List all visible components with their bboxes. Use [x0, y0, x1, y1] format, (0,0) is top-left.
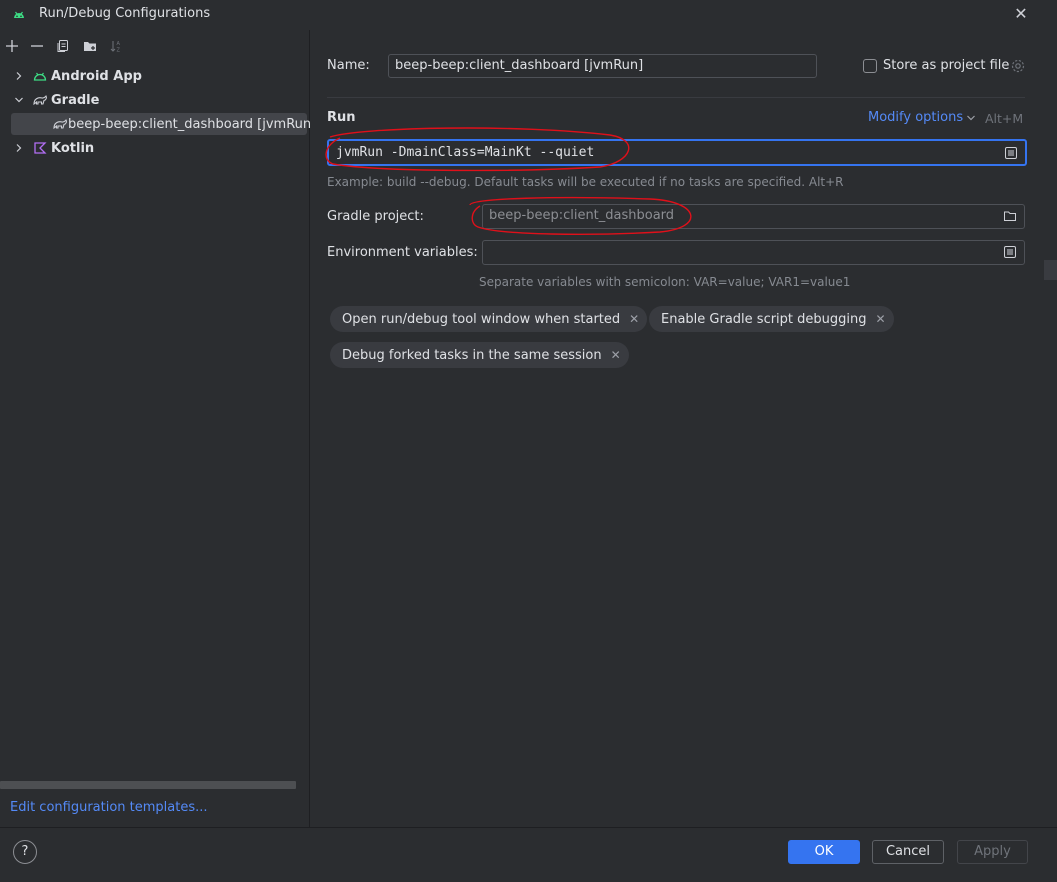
section-divider [327, 97, 1025, 98]
chevron-right-icon[interactable] [12, 69, 26, 83]
tree-item-gradle[interactable]: Gradle [0, 89, 306, 111]
gradle-project-label: Gradle project: [327, 209, 424, 224]
window-title: Run/Debug Configurations [39, 6, 211, 21]
tree-item-kotlin[interactable]: Kotlin [0, 137, 306, 159]
env-vars-field[interactable] [482, 240, 1025, 265]
tree-item-label: Gradle [51, 92, 100, 108]
configuration-form: Name: beep-beep:client_dashboard [jvmRun… [310, 30, 1057, 827]
folder-icon[interactable] [1003, 209, 1017, 223]
chevron-down-icon[interactable] [12, 93, 26, 107]
android-studio-icon [12, 8, 26, 22]
sort-icon[interactable]: AZ [106, 36, 126, 56]
copy-icon[interactable] [53, 36, 73, 56]
tree-item-client-dashboard[interactable]: beep-beep:client_dashboard [jvmRun] [11, 113, 316, 135]
store-as-project-checkbox[interactable] [863, 59, 877, 73]
gradle-icon [32, 92, 48, 108]
name-value: beep-beep:client_dashboard [jvmRun] [395, 58, 644, 73]
modify-options-link[interactable]: Modify options [868, 110, 963, 125]
env-vars-label: Environment variables: [327, 245, 478, 260]
android-icon [32, 68, 48, 84]
gradle-project-field[interactable]: beep-beep:client_dashboard [482, 204, 1025, 229]
add-icon[interactable] [2, 36, 22, 56]
kotlin-icon [32, 140, 48, 156]
new-folder-icon[interactable] [80, 36, 100, 56]
name-label: Name: [327, 58, 370, 73]
run-tasks-value: jvmRun -DmainClass=MainKt --quiet [336, 145, 595, 160]
gear-icon[interactable] [1010, 58, 1026, 74]
cancel-button[interactable]: Cancel [872, 840, 944, 864]
title-bar: Run/Debug Configurations ✕ [0, 0, 1057, 30]
configurations-sidebar: AZ Android App Gradle beep-beep:client_d… [0, 30, 316, 827]
ok-button[interactable]: OK [788, 840, 860, 864]
dialog-footer: ? OK Cancel Apply [0, 827, 1057, 882]
chip-gradle-debugging[interactable]: Enable Gradle script debugging ✕ [649, 306, 894, 332]
close-icon[interactable]: ✕ [1012, 5, 1030, 23]
tree-item-label: Kotlin [51, 140, 95, 156]
chevron-down-icon[interactable] [966, 112, 976, 122]
expand-text-icon[interactable] [1003, 245, 1017, 259]
remove-chip-icon[interactable]: ✕ [876, 312, 886, 326]
svg-text:A: A [117, 41, 121, 47]
apply-button[interactable]: Apply [957, 840, 1028, 864]
expand-text-icon[interactable] [1004, 146, 1018, 160]
modify-options-shortcut: Alt+M [985, 111, 1024, 126]
scroll-indicator [1044, 260, 1057, 280]
help-button[interactable]: ? [13, 840, 37, 864]
chip-label: Debug forked tasks in the same session [342, 347, 602, 363]
name-field[interactable]: beep-beep:client_dashboard [jvmRun] [388, 54, 817, 78]
gradle-project-value: beep-beep:client_dashboard [489, 208, 675, 223]
run-tasks-field[interactable]: jvmRun -DmainClass=MainKt --quiet [327, 139, 1027, 166]
remove-icon[interactable] [27, 36, 47, 56]
tree-item-label: Android App [51, 68, 142, 84]
svg-text:Z: Z [117, 48, 121, 54]
tree-item-android-app[interactable]: Android App [0, 65, 306, 87]
sidebar-toolbar: AZ [0, 36, 310, 58]
run-hint: Example: build --debug. Default tasks wi… [327, 175, 844, 189]
remove-chip-icon[interactable]: ✕ [629, 312, 639, 326]
chevron-right-icon[interactable] [12, 141, 26, 155]
chip-label: Enable Gradle script debugging [661, 311, 867, 327]
remove-chip-icon[interactable]: ✕ [611, 348, 621, 362]
chip-label: Open run/debug tool window when started [342, 311, 621, 327]
chip-debug-forked-tasks[interactable]: Debug forked tasks in the same session ✕ [330, 342, 629, 368]
horizontal-scrollbar[interactable] [0, 781, 296, 789]
run-section-title: Run [327, 110, 356, 125]
edit-templates-link[interactable]: Edit configuration templates... [10, 800, 208, 815]
gradle-icon [52, 116, 68, 132]
tree-item-label: beep-beep:client_dashboard [jvmRun] [68, 116, 317, 132]
env-vars-hint: Separate variables with semicolon: VAR=v… [479, 275, 851, 289]
store-as-project-label[interactable]: Store as project file [883, 58, 1009, 73]
chip-open-tool-window[interactable]: Open run/debug tool window when started … [330, 306, 648, 332]
